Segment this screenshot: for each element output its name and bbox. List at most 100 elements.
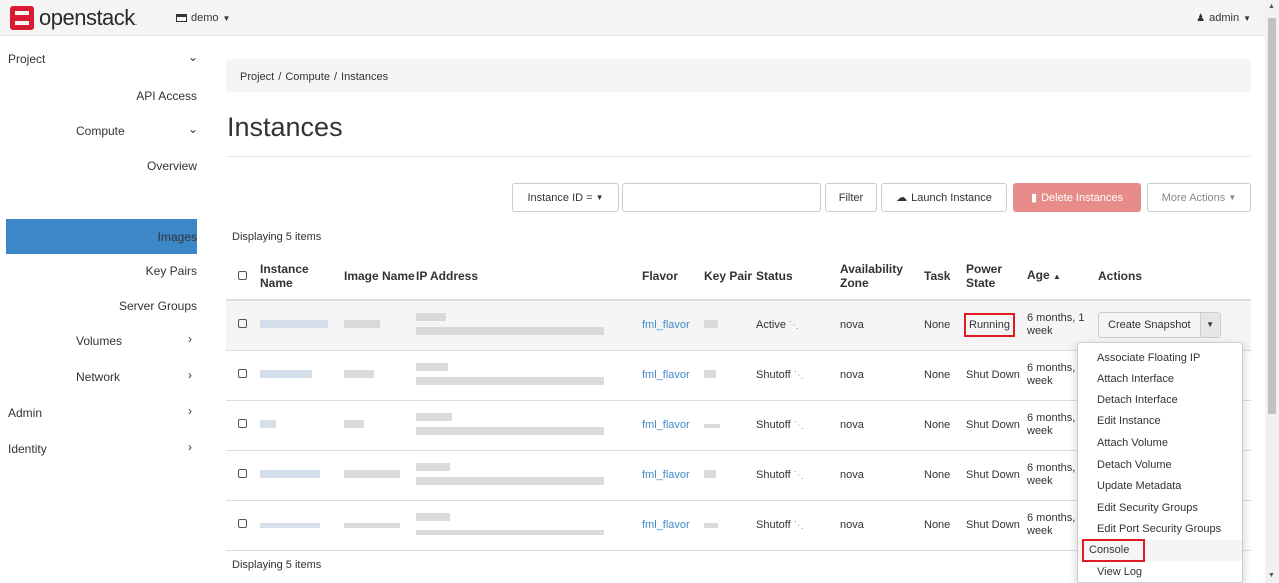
filter-button[interactable]: Filter <box>825 183 877 212</box>
col-actions: Actions <box>1098 252 1251 301</box>
chevron-right-icon[interactable]: › <box>188 332 192 346</box>
lock-open-icon[interactable]: ⋱ <box>794 520 804 531</box>
table-header-row: Instance Name Image Name IP Address Flav… <box>226 252 1251 301</box>
menu-item-console[interactable]: Console <box>1081 539 1146 562</box>
breadcrumb-compute[interactable]: Compute <box>285 71 330 83</box>
lock-open-icon[interactable]: ⋱ <box>789 320 799 331</box>
chevron-right-icon[interactable]: › <box>188 368 192 382</box>
chevron-down-icon[interactable]: ⌄ <box>188 122 198 136</box>
col-flavor[interactable]: Flavor <box>642 252 704 301</box>
flavor-link[interactable]: fml_flavor <box>642 519 690 531</box>
lock-open-icon[interactable]: ⋱ <box>794 370 804 381</box>
key-pair <box>704 424 720 428</box>
lock-open-icon[interactable]: ⋱ <box>794 420 804 431</box>
menu-item-attach-volume[interactable]: Attach Volume <box>1078 433 1242 454</box>
delete-instances-button[interactable]: ▮ Delete Instances <box>1013 183 1141 212</box>
sidebar-item-overview[interactable]: Overview <box>147 159 197 173</box>
image-name <box>344 470 400 478</box>
flavor-link[interactable]: fml_flavor <box>642 419 690 431</box>
row-checkbox[interactable] <box>238 519 247 528</box>
zone-value: nova <box>840 350 924 401</box>
row-checkbox[interactable] <box>238 469 247 478</box>
user-menu[interactable]: ♟ admin ▼ <box>1196 12 1251 24</box>
user-name: admin <box>1209 12 1240 24</box>
sidebar-item-volumes[interactable]: Volumes <box>76 334 122 348</box>
col-age[interactable]: Age ▲ <box>1027 252 1098 301</box>
status-value: Shutoff <box>756 369 791 381</box>
ip-address <box>416 529 604 535</box>
key-pair <box>704 470 716 478</box>
row-checkbox[interactable] <box>238 319 247 329</box>
flavor-link[interactable]: fml_flavor <box>642 469 690 481</box>
instance-name-link[interactable] <box>260 420 276 428</box>
col-image-name[interactable]: Image Name <box>344 252 416 301</box>
instance-name-link[interactable] <box>260 370 312 378</box>
launch-instance-button[interactable]: ☁ Launch Instance <box>881 183 1007 212</box>
zone-value: nova <box>840 300 924 351</box>
menu-item-edit-instance[interactable]: Edit Instance <box>1078 411 1242 432</box>
project-selector[interactable]: demo ▼ <box>176 12 230 24</box>
sidebar-item-compute[interactable]: Compute <box>76 124 125 138</box>
sort-ascending-icon: ▲ <box>1053 271 1061 281</box>
col-status[interactable]: Status <box>756 252 840 301</box>
col-key-pair[interactable]: Key Pair <box>704 252 756 301</box>
actions-dropdown-toggle[interactable]: ▼ <box>1199 313 1220 338</box>
menu-item-edit-port-security-groups[interactable]: Edit Port Security Groups <box>1078 519 1242 540</box>
scroll-down-arrow-icon[interactable]: ▼ <box>1268 572 1275 579</box>
menu-item-associate-floating-ip[interactable]: Associate Floating IP <box>1078 348 1242 369</box>
sidebar-item-server-groups[interactable]: Server Groups <box>119 299 197 313</box>
filter-field-label: Instance ID = <box>527 191 593 204</box>
chevron-down-icon[interactable]: ⌄ <box>188 50 198 64</box>
ip-address <box>416 312 446 321</box>
filter-input[interactable] <box>622 183 821 212</box>
chevron-right-icon[interactable]: › <box>188 404 192 418</box>
menu-item-detach-volume[interactable]: Detach Volume <box>1078 455 1242 476</box>
col-ip-address[interactable]: IP Address <box>416 252 642 301</box>
row-checkbox[interactable] <box>238 419 247 428</box>
create-snapshot-button[interactable]: Create Snapshot <box>1099 313 1200 337</box>
sidebar-item-project[interactable]: Project <box>8 52 45 66</box>
sidebar-item-identity[interactable]: Identity <box>8 442 47 456</box>
image-name <box>344 523 400 528</box>
sidebar-item-network[interactable]: Network <box>76 370 120 384</box>
lock-open-icon[interactable]: ⋱ <box>794 470 804 481</box>
instance-name-link[interactable] <box>260 523 320 528</box>
filter-field-select[interactable]: Instance ID = ▼ <box>512 183 619 212</box>
select-all-checkbox[interactable] <box>238 270 247 280</box>
status-value: Shutoff <box>756 519 791 531</box>
scroll-thumb[interactable] <box>1268 18 1276 414</box>
project-list-icon <box>176 14 187 22</box>
col-age-label: Age <box>1027 267 1050 282</box>
flavor-link[interactable]: fml_flavor <box>642 319 690 331</box>
breadcrumb-project[interactable]: Project <box>240 71 274 83</box>
caret-down-icon: ▼ <box>595 193 604 202</box>
openstack-logo[interactable]: openstack. <box>10 5 137 31</box>
menu-item-edit-security-groups[interactable]: Edit Security Groups <box>1078 498 1242 519</box>
sidebar-item-key-pairs[interactable]: Key Pairs <box>146 264 197 278</box>
sidebar-item-images[interactable]: Images <box>158 230 197 244</box>
instance-name-link[interactable] <box>260 320 328 329</box>
col-availability-zone[interactable]: Availability Zone <box>840 252 924 301</box>
col-task[interactable]: Task <box>924 252 966 301</box>
row-checkbox[interactable] <box>238 369 247 378</box>
sidebar-item-api-access[interactable]: API Access <box>136 89 197 103</box>
more-actions-button[interactable]: More Actions ▼ <box>1147 183 1251 212</box>
menu-item-update-metadata[interactable]: Update Metadata <box>1078 476 1242 497</box>
scroll-up-arrow-icon[interactable]: ▲ <box>1268 3 1275 10</box>
flavor-link[interactable]: fml_flavor <box>642 369 690 381</box>
col-instance-name[interactable]: Instance Name <box>260 252 344 301</box>
zone-value: nova <box>840 500 924 551</box>
ip-address <box>416 476 604 485</box>
ip-address <box>416 412 452 421</box>
menu-item-attach-interface[interactable]: Attach Interface <box>1078 369 1242 390</box>
col-power-state[interactable]: Power State <box>966 252 1027 301</box>
sidebar-item-instances[interactable]: Instances <box>146 195 197 209</box>
sidebar-item-admin[interactable]: Admin <box>8 406 42 420</box>
menu-item-console-row[interactable]: Console <box>1078 539 1242 562</box>
instance-name-link[interactable] <box>260 470 320 478</box>
key-pair <box>704 320 718 329</box>
menu-item-detach-interface[interactable]: Detach Interface <box>1078 390 1242 411</box>
key-pair <box>704 523 718 528</box>
chevron-right-icon[interactable]: › <box>188 440 192 454</box>
menu-item-view-log[interactable]: View Log <box>1078 562 1242 583</box>
